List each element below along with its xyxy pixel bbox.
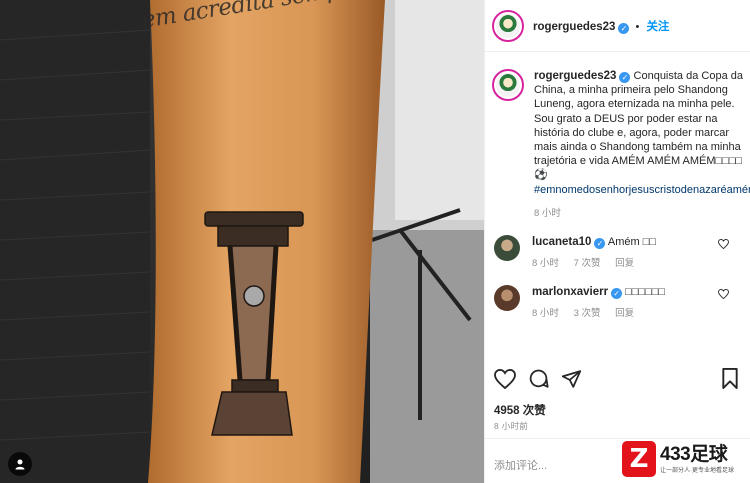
post-caption: rogerguedes23 ✓ Conquista da Copa da Chin… <box>485 53 750 221</box>
post-age[interactable]: 8 小时前 <box>494 420 528 432</box>
like-heart-icon[interactable] <box>494 368 516 389</box>
user-icon <box>15 459 25 470</box>
comments-section[interactable]: rogerguedes23 ✓ Conquista da Copa da Chin… <box>485 53 750 358</box>
caption-hashtag[interactable]: #emnomedosenhorjesuscristodenazaréamémam… <box>534 184 750 196</box>
instagram-post: em acredita sempre alcança rogerguedes23… <box>0 0 750 483</box>
tattoo-photo-illustration <box>0 0 484 483</box>
comment-text: □□□□□□ <box>625 286 666 299</box>
follow-button[interactable]: 关注 <box>646 21 669 33</box>
separator-dot: • <box>635 20 640 33</box>
comment-likes[interactable]: 7 次赞 <box>574 258 601 269</box>
tagged-users-button[interactable] <box>8 452 32 476</box>
watermark-slogan: 让一部分人·更专业地看足球 <box>660 467 734 474</box>
watermark-logo-icon: Z <box>622 441 656 477</box>
watermark-brand: 433足球 <box>660 443 728 465</box>
post-photo[interactable]: em acredita sempre alcança <box>0 0 484 483</box>
comment-meta: 8 小时 3 次赞 回复 <box>532 307 712 321</box>
share-send-icon[interactable] <box>561 369 582 389</box>
comment-item: marlonxavierr ✓ □□□□□□ 8 小时 3 次赞 回复 <box>485 285 750 321</box>
verified-badge-icon: ✓ <box>594 238 606 250</box>
post-side-panel: rogerguedes23 ✓ • 关注 rogerguedes23 ✓ Conqu… <box>484 0 750 483</box>
comment-time[interactable]: 8 小时 <box>532 308 559 319</box>
commenter-username[interactable]: lucaneta10 <box>532 236 591 248</box>
commenter-avatar[interactable] <box>494 285 520 312</box>
post-actions <box>485 368 750 389</box>
header-meta: rogerguedes23 ✓ • 关注 <box>533 18 669 34</box>
watermark-text: 433足球 让一部分人·更专业地看足球 <box>660 443 734 474</box>
commenter-avatar[interactable] <box>494 235 520 262</box>
caption-time[interactable]: 8 小时 <box>534 208 561 219</box>
caption-text: Conquista da Copa da China, a minha prim… <box>534 70 743 182</box>
verified-badge-icon: ✓ <box>618 22 630 34</box>
comment-body: marlonxavierr ✓ □□□□□□ 8 小时 3 次赞 回复 <box>532 285 712 321</box>
comment-item: lucaneta10 ✓ Amém □□ 8 小时 7 次赞 回复 <box>485 235 750 271</box>
bookmark-save-icon[interactable] <box>721 368 739 389</box>
comment-likes[interactable]: 3 次赞 <box>574 308 601 319</box>
comment-bubble-icon[interactable] <box>528 368 549 389</box>
verified-badge-icon: ✓ <box>611 288 623 300</box>
comment-like-heart-icon[interactable] <box>718 289 729 300</box>
author-avatar[interactable] <box>492 9 524 42</box>
author-username[interactable]: rogerguedes23 <box>533 21 615 33</box>
comment-reply-button[interactable]: 回复 <box>615 258 634 269</box>
comment-text: Amém □□ <box>607 236 657 249</box>
caption-username[interactable]: rogerguedes23 <box>534 70 616 82</box>
add-comment-placeholder: 添加评论... <box>494 460 548 472</box>
caption-body: rogerguedes23 ✓ Conquista da Copa da Chin… <box>534 69 750 221</box>
comment-meta: 8 小时 7 次赞 回复 <box>532 257 712 271</box>
comment-body: lucaneta10 ✓ Amém □□ 8 小时 7 次赞 回复 <box>532 235 712 271</box>
like-count[interactable]: 4958 次赞 <box>494 402 546 418</box>
caption-avatar[interactable] <box>492 69 524 101</box>
comment-like-heart-icon[interactable] <box>718 239 729 250</box>
post-header: rogerguedes23 ✓ • 关注 <box>485 0 750 52</box>
comment-time[interactable]: 8 小时 <box>532 258 559 269</box>
site-watermark: Z 433足球 让一部分人·更专业地看足球 <box>622 441 742 477</box>
commenter-username[interactable]: marlonxavierr <box>532 286 608 298</box>
verified-badge-icon: ✓ <box>619 72 631 83</box>
caption-meta: 8 小时 <box>534 207 746 221</box>
comment-reply-button[interactable]: 回复 <box>615 308 634 319</box>
